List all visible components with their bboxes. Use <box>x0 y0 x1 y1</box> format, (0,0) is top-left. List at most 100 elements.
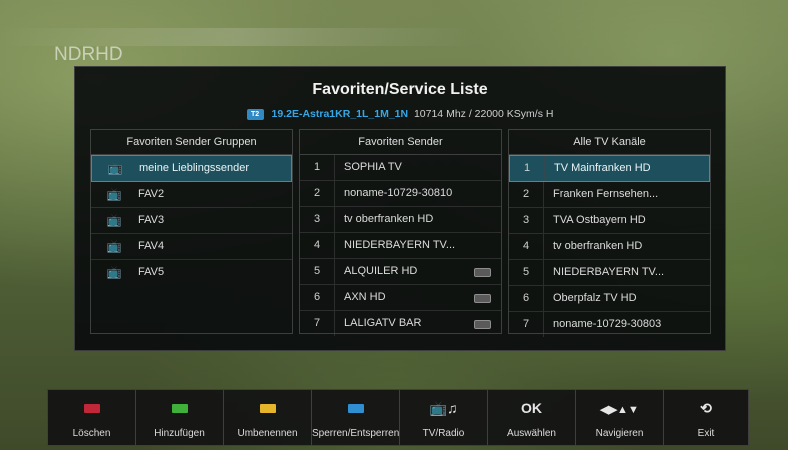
favorite-channel-row[interactable]: 1 SOPHIA TV <box>300 155 501 181</box>
group-label: FAV4 <box>138 240 165 252</box>
navigate-button[interactable]: ◀▶▲▼ Navigieren <box>576 390 664 445</box>
channel-name: NIEDERBAYERN TV... <box>344 239 456 251</box>
satellite-tag-icon: T2 <box>246 108 264 120</box>
channel-name: Oberpfalz TV HD <box>553 292 637 304</box>
channel-number: 2 <box>300 181 335 206</box>
group-item[interactable]: 📺 meine Lieblingssender <box>91 155 292 182</box>
channel-name: TV Mainfranken HD <box>554 162 651 174</box>
channel-number: 3 <box>300 207 335 232</box>
yellow-key-icon <box>259 404 276 413</box>
add-label: Hinzufügen <box>154 428 205 439</box>
channel-number: 1 <box>300 155 335 180</box>
logo-suffix: HD <box>95 44 123 65</box>
channel-name: noname-10729-30810 <box>344 187 453 199</box>
select-button[interactable]: OK Auswählen <box>488 390 576 445</box>
channel-number: 7 <box>300 311 335 336</box>
favorites-dialog: Favoriten/Service Liste T2 19.2E-Astra1KR… <box>74 66 726 351</box>
rename-button[interactable]: Umbenennen <box>224 390 312 445</box>
group-item[interactable]: 📺 FAV3 <box>91 208 292 234</box>
rename-label: Umbenennen <box>237 428 298 439</box>
logo-main: NDR <box>54 44 96 65</box>
channel-name: LALIGATV BAR <box>344 317 422 329</box>
groups-column: Favoriten Sender Gruppen 📺 meine Lieblin… <box>90 129 293 334</box>
channel-number: 5 <box>509 260 544 285</box>
channel-number: 6 <box>509 286 544 311</box>
all-channels-header: Alle TV Kanäle <box>509 130 710 155</box>
exit-icon: ⟲ <box>700 400 712 416</box>
satellite-info: T2 19.2E-Astra1KR_1L_1M_1N 10714 Mhz / 22… <box>75 108 725 120</box>
satellite-name: 19.2E-Astra1KR_1L_1M_1N <box>271 108 409 120</box>
group-item[interactable]: 📺 FAV5 <box>91 260 292 285</box>
all-channel-row[interactable]: 4 tv oberfranken HD <box>509 234 710 260</box>
favorite-channel-row[interactable]: 6 AXN HD <box>300 285 501 311</box>
favorite-channel-row[interactable]: 7 LALIGATV BAR <box>300 311 501 336</box>
scrambled-icon <box>474 294 491 303</box>
tv-radio-button[interactable]: 📺♫ TV/Radio <box>400 390 488 445</box>
all-channel-row[interactable]: 1 TV Mainfranken HD <box>509 155 710 182</box>
channel-number: 4 <box>509 234 544 259</box>
favorite-channel-row[interactable]: 2 noname-10729-30810 <box>300 181 501 207</box>
channel-number: 4 <box>300 233 335 258</box>
lock-unlock-label: Sperren/Entsperren <box>312 428 400 439</box>
channel-name: TVA Ostbayern HD <box>553 214 646 226</box>
key-hint-toolbar: Löschen Hinzufügen Umbenennen Sperren/En… <box>47 389 749 446</box>
channel-name: SOPHIA TV <box>344 161 402 173</box>
delete-button[interactable]: Löschen <box>48 390 136 445</box>
tv-radio-label: TV/Radio <box>422 428 465 439</box>
all-channel-row[interactable]: 3 TVA Ostbayern HD <box>509 208 710 234</box>
channel-logo: NDRHD <box>54 44 123 66</box>
dialog-title: Favoriten/Service Liste <box>312 81 488 98</box>
channel-number: 3 <box>509 208 544 233</box>
group-label: FAV5 <box>138 266 165 278</box>
select-label: Auswählen <box>507 428 556 439</box>
all-channels-column: Alle TV Kanäle 1 TV Mainfranken HD 2 Fra… <box>508 129 711 337</box>
groups-header: Favoriten Sender Gruppen <box>91 130 292 155</box>
channel-number: 1 <box>510 156 545 181</box>
tv-icon: 📺 <box>106 187 122 201</box>
scrambled-icon <box>474 320 491 329</box>
tv-icon: 📺 <box>106 239 122 253</box>
tv-icon: 📺 <box>106 265 122 279</box>
favorite-channel-row[interactable]: 5 ALQUILER HD <box>300 259 501 285</box>
tv-icon: 📺 <box>107 161 123 175</box>
add-button[interactable]: Hinzufügen <box>136 390 224 445</box>
all-channel-row[interactable]: 7 noname-10729-30803 <box>509 312 710 337</box>
red-key-icon <box>83 404 100 413</box>
satellite-details: 10714 Mhz / 22000 KSym/s H <box>413 108 554 120</box>
all-channel-row[interactable]: 5 NIEDERBAYERN TV... <box>509 260 710 286</box>
green-key-icon <box>171 404 188 413</box>
channel-name: ALQUILER HD <box>344 265 418 277</box>
exit-label: Exit <box>697 428 715 439</box>
channel-name: NIEDERBAYERN TV... <box>553 266 665 278</box>
favorites-column: Favoriten Sender 1 SOPHIA TV 2 noname-10… <box>299 129 502 336</box>
all-channel-row[interactable]: 6 Oberpfalz TV HD <box>509 286 710 312</box>
lock-unlock-button[interactable]: Sperren/Entsperren <box>312 390 400 445</box>
blue-key-icon <box>347 404 364 413</box>
all-channel-row[interactable]: 2 Franken Fernsehen... <box>509 182 710 208</box>
channel-name: tv oberfranken HD <box>344 213 434 225</box>
exit-button[interactable]: ⟲ Exit <box>664 390 748 445</box>
channel-name: noname-10729-30803 <box>553 318 662 330</box>
arrow-keys-icon: ◀▶▲▼ <box>600 404 639 416</box>
group-label: FAV3 <box>138 214 165 226</box>
channel-number: 2 <box>509 182 544 207</box>
scrambled-icon <box>474 268 491 277</box>
group-label: meine Lieblingssender <box>139 162 250 174</box>
channel-name: tv oberfranken HD <box>553 240 643 252</box>
channel-number: 6 <box>300 285 335 310</box>
delete-label: Löschen <box>72 428 111 439</box>
favorites-header: Favoriten Sender <box>300 130 501 155</box>
channel-name: AXN HD <box>344 291 386 303</box>
ok-key-icon: OK <box>521 400 542 416</box>
navigate-label: Navigieren <box>595 428 644 439</box>
favorite-channel-row[interactable]: 3 tv oberfranken HD <box>300 207 501 233</box>
group-item[interactable]: 📺 FAV4 <box>91 234 292 260</box>
channel-number: 5 <box>300 259 335 284</box>
channel-name: Franken Fernsehen... <box>553 188 659 200</box>
tv-icon: 📺 <box>106 213 122 227</box>
favorite-channel-row[interactable]: 4 NIEDERBAYERN TV... <box>300 233 501 259</box>
channel-number: 7 <box>509 312 544 337</box>
group-label: FAV2 <box>138 188 165 200</box>
tv-radio-icon: 📺♫ <box>429 400 458 416</box>
group-item[interactable]: 📺 FAV2 <box>91 182 292 208</box>
